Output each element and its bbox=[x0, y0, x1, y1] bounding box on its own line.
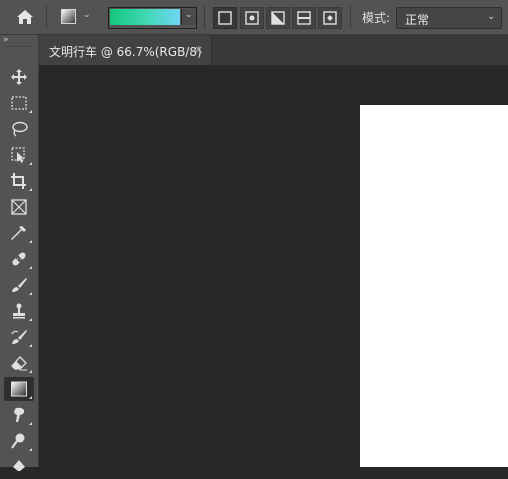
linear-gradient-icon bbox=[218, 11, 232, 25]
mode-value: 正常 bbox=[405, 13, 430, 27]
linear-gradient-button[interactable] bbox=[213, 7, 237, 29]
dodge-tool[interactable] bbox=[4, 429, 34, 453]
submenu-indicator bbox=[29, 396, 32, 399]
angle-gradient-icon bbox=[271, 11, 285, 25]
move-icon bbox=[11, 69, 27, 85]
submenu-indicator bbox=[29, 318, 32, 321]
chevron-down-icon: ⌄ bbox=[487, 11, 496, 22]
gradient-icon bbox=[11, 381, 27, 397]
eyedropper-tool[interactable] bbox=[4, 221, 34, 245]
submenu-indicator bbox=[29, 344, 32, 347]
submenu-indicator bbox=[29, 422, 32, 425]
move-tool[interactable] bbox=[4, 65, 34, 89]
radial-gradient-icon bbox=[245, 11, 259, 25]
home-button[interactable] bbox=[13, 7, 37, 27]
pen-icon bbox=[13, 460, 25, 471]
pen-tool[interactable] bbox=[4, 455, 34, 479]
gradient-tool[interactable] bbox=[4, 377, 34, 401]
frame-tool[interactable] bbox=[4, 195, 34, 219]
healing-brush-tool[interactable] bbox=[4, 247, 34, 271]
history-brush-icon bbox=[11, 330, 27, 344]
gradient-swatch[interactable] bbox=[110, 9, 180, 25]
radial-gradient-button[interactable] bbox=[240, 7, 264, 29]
tool-preset-picker[interactable]: ⌄ bbox=[57, 8, 97, 26]
angle-gradient-button[interactable] bbox=[266, 7, 290, 29]
submenu-indicator bbox=[29, 188, 32, 191]
eraser-icon bbox=[11, 356, 27, 371]
mode-label: 模式: bbox=[362, 11, 391, 25]
submenu-indicator bbox=[29, 240, 32, 243]
frame-icon bbox=[11, 199, 27, 215]
tools-panel: » bbox=[0, 35, 39, 471]
options-bar: ⌄ ⌄ 模式: 正常 ⌄ bbox=[0, 0, 508, 35]
brush-tool[interactable] bbox=[4, 273, 34, 297]
lasso-tool[interactable] bbox=[4, 117, 34, 141]
document-tab-bar: 文明行车 @ 66.7%(RGB/8) × bbox=[39, 35, 508, 66]
collapse-panel-button[interactable]: » bbox=[3, 35, 8, 45]
mode-select[interactable]: 正常 ⌄ bbox=[396, 7, 502, 29]
submenu-indicator bbox=[29, 448, 32, 451]
healing-brush-icon bbox=[12, 252, 26, 266]
diamond-gradient-icon bbox=[323, 11, 337, 25]
submenu-indicator bbox=[29, 162, 32, 165]
gradient-dropdown-button[interactable]: ⌄ bbox=[181, 9, 196, 25]
marquee-icon bbox=[11, 96, 27, 110]
divider bbox=[350, 5, 351, 29]
smudge-icon bbox=[14, 407, 25, 422]
crop-icon bbox=[11, 173, 26, 189]
dodge-icon bbox=[11, 433, 25, 449]
smudge-tool[interactable] bbox=[4, 403, 34, 427]
brush-icon bbox=[12, 278, 27, 292]
submenu-indicator bbox=[29, 110, 32, 113]
clone-stamp-icon bbox=[13, 303, 25, 319]
crop-tool[interactable] bbox=[4, 169, 34, 193]
object-selection-icon bbox=[11, 147, 25, 163]
clone-stamp-tool[interactable] bbox=[4, 299, 34, 323]
eraser-tool[interactable] bbox=[4, 351, 34, 375]
canvas-workspace[interactable] bbox=[39, 66, 508, 467]
gradient-preset-icon bbox=[61, 9, 76, 24]
document-tab-label: 文明行车 @ 66.7%(RGB/8) bbox=[49, 45, 202, 59]
chevron-down-icon: ⌄ bbox=[185, 10, 193, 20]
reflected-gradient-button[interactable] bbox=[292, 7, 316, 29]
close-icon[interactable]: × bbox=[194, 43, 203, 56]
eyedropper-icon bbox=[11, 226, 26, 240]
submenu-indicator bbox=[29, 266, 32, 269]
marquee-tool[interactable] bbox=[4, 91, 34, 115]
gradient-picker[interactable]: ⌄ bbox=[108, 7, 197, 29]
object-selection-tool[interactable] bbox=[4, 143, 34, 167]
divider bbox=[4, 46, 34, 47]
document-canvas[interactable] bbox=[360, 105, 508, 467]
home-icon bbox=[13, 10, 37, 31]
diamond-gradient-button[interactable] bbox=[318, 7, 342, 29]
lasso-icon bbox=[12, 121, 28, 137]
document-tab[interactable]: 文明行车 @ 66.7%(RGB/8) × bbox=[39, 35, 212, 65]
submenu-indicator bbox=[29, 292, 32, 295]
history-brush-tool[interactable] bbox=[4, 325, 34, 349]
divider bbox=[46, 5, 47, 29]
submenu-indicator bbox=[29, 370, 32, 373]
reflected-gradient-icon bbox=[297, 11, 311, 25]
divider bbox=[204, 5, 205, 29]
chevron-down-icon: ⌄ bbox=[83, 10, 91, 20]
